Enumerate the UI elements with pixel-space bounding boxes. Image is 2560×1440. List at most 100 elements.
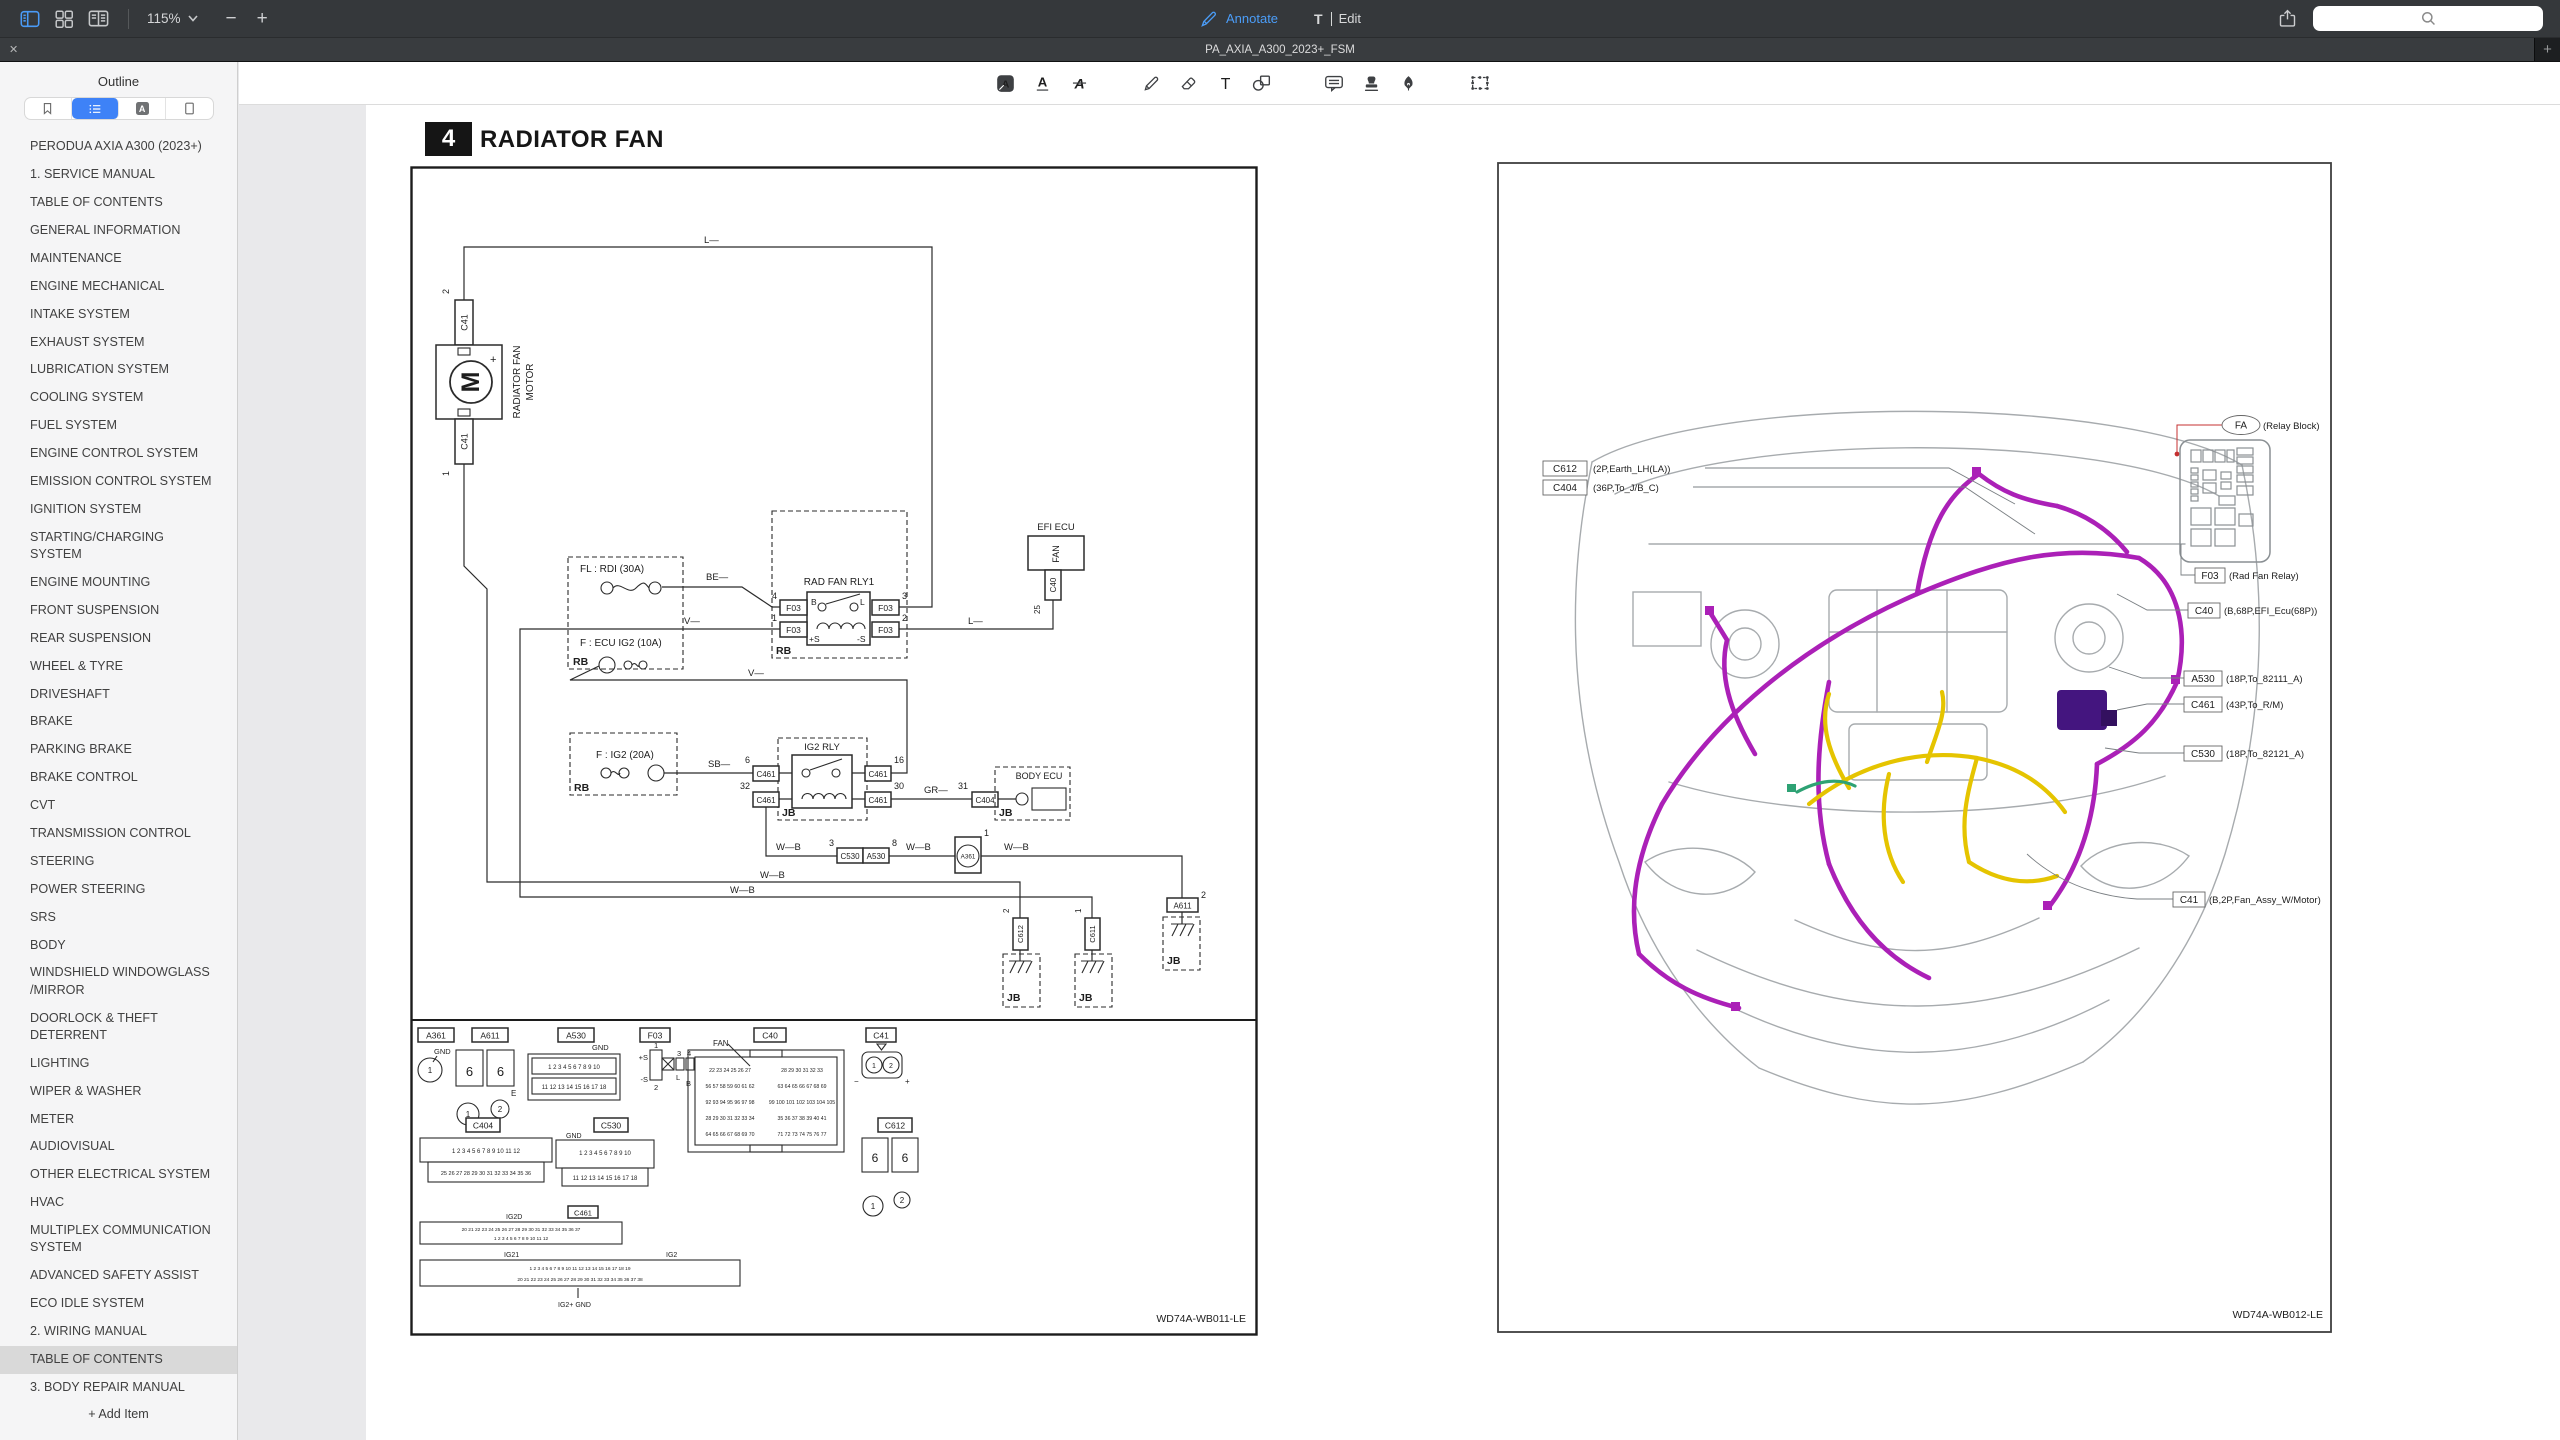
sidebar-item[interactable]: HVAC bbox=[0, 1189, 237, 1217]
tab-outline[interactable] bbox=[72, 98, 119, 119]
sidebar-item[interactable]: CVT bbox=[0, 792, 237, 820]
sidebar-item[interactable]: TABLE OF CONTENTS bbox=[0, 189, 237, 217]
signature-button[interactable] bbox=[1396, 71, 1420, 95]
sidebar-item[interactable]: TABLE OF CONTENTS bbox=[0, 1346, 237, 1374]
sidebar-item[interactable]: SRS bbox=[0, 903, 237, 931]
relay-module-blob bbox=[2057, 690, 2107, 730]
sidebar-item[interactable]: GENERAL INFORMATION bbox=[0, 217, 237, 245]
sidebar-item[interactable]: ECO IDLE SYSTEM bbox=[0, 1290, 237, 1318]
svg-text:C41: C41 bbox=[873, 1031, 889, 1041]
sidebar-item[interactable]: LIGHTING bbox=[0, 1050, 237, 1078]
sidebar-item[interactable]: COOLING SYSTEM bbox=[0, 384, 237, 412]
sidebar-item[interactable]: LUBRICATION SYSTEM bbox=[0, 356, 237, 384]
text-box-button[interactable]: T bbox=[1213, 71, 1237, 95]
sidebar-item[interactable]: EXHAUST SYSTEM bbox=[0, 328, 237, 356]
annotation-toolbar: A A A T bbox=[239, 62, 2560, 105]
sidebar-item[interactable]: ENGINE CONTROL SYSTEM bbox=[0, 440, 237, 468]
svg-text:(B,68P,EFI_Ecu(68P)): (B,68P,EFI_Ecu(68P)) bbox=[2224, 606, 2317, 617]
selection-button[interactable] bbox=[1468, 71, 1492, 95]
tab-bookmarks[interactable] bbox=[25, 98, 72, 119]
note-comment-button[interactable] bbox=[1322, 71, 1346, 95]
annotate-mode-button[interactable]: Annotate bbox=[1199, 9, 1278, 29]
sidebar-item[interactable]: 3. BODY REPAIR MANUAL bbox=[0, 1374, 237, 1402]
sidebar-item[interactable]: INTAKE SYSTEM bbox=[0, 300, 237, 328]
sidebar-item[interactable]: OTHER ELECTRICAL SYSTEM bbox=[0, 1161, 237, 1189]
sidebar-item[interactable]: WIPER & WASHER bbox=[0, 1077, 237, 1105]
zoom-in-button[interactable]: + bbox=[257, 8, 268, 30]
share-button[interactable] bbox=[2275, 7, 2299, 31]
sidebar-item[interactable]: REAR SUSPENSION bbox=[0, 624, 237, 652]
strikethrough-text-button[interactable]: A bbox=[1067, 71, 1091, 95]
svg-text:25 26 27 28 29 30 31 32 33 34: 25 26 27 28 29 30 31 32 33 34 35 36 bbox=[441, 1171, 531, 1177]
highlight-text-button[interactable]: A bbox=[993, 71, 1017, 95]
svg-text:W—B: W—B bbox=[760, 870, 785, 881]
sidebar-item[interactable]: METER bbox=[0, 1105, 237, 1133]
sidebar-item[interactable]: ENGINE MECHANICAL bbox=[0, 272, 237, 300]
sidebar-item[interactable]: PERODUA AXIA A300 (2023+) bbox=[0, 133, 237, 161]
new-tab-button[interactable]: + bbox=[2534, 38, 2560, 61]
tab-title[interactable]: PA_AXIA_A300_2023+_FSM bbox=[1205, 44, 1355, 56]
sidebar-item[interactable]: STEERING bbox=[0, 848, 237, 876]
svg-text:A611: A611 bbox=[1173, 902, 1192, 911]
sidebar-item[interactable]: TRANSMISSION CONTROL bbox=[0, 820, 237, 848]
sidebar-item[interactable]: BRAKE CONTROL bbox=[0, 764, 237, 792]
sidebar-item[interactable]: ADVANCED SAFETY ASSIST bbox=[0, 1262, 237, 1290]
stamp-button[interactable] bbox=[1359, 71, 1383, 95]
svg-text:W—B: W—B bbox=[776, 842, 801, 853]
sidebar-item[interactable]: MULTIPLEX COMMUNICATION SYSTEM bbox=[0, 1217, 237, 1262]
zoom-out-button[interactable]: − bbox=[226, 8, 237, 30]
svg-text:C461: C461 bbox=[756, 796, 776, 805]
svg-text:C40: C40 bbox=[2195, 606, 2214, 617]
svg-text:C461: C461 bbox=[868, 796, 888, 805]
thumbnail-grid-button[interactable] bbox=[52, 7, 76, 31]
two-page-view-button[interactable] bbox=[86, 7, 110, 31]
sidebar-item[interactable]: WHEEL & TYRE bbox=[0, 652, 237, 680]
tab-pages[interactable] bbox=[166, 98, 212, 119]
sidebar-item[interactable]: DOORLOCK & THEFT DETERRENT bbox=[0, 1004, 237, 1049]
eraser-button[interactable] bbox=[1176, 71, 1200, 95]
svg-text:28 29 30 31 32 33 34: 28 29 30 31 32 33 34 bbox=[705, 1116, 754, 1122]
svg-text:2: 2 bbox=[498, 1105, 503, 1114]
sidebar-item[interactable]: ENGINE MOUNTING bbox=[0, 569, 237, 597]
zoom-control[interactable]: 115% bbox=[147, 11, 198, 26]
tab-close-button[interactable]: ✕ bbox=[0, 43, 27, 56]
sidebar-item[interactable]: 1. SERVICE MANUAL bbox=[0, 161, 237, 189]
svg-text:IG2+ GND: IG2+ GND bbox=[558, 1302, 591, 1309]
edit-mode-button[interactable]: T Edit bbox=[1314, 11, 1361, 27]
eraser-icon bbox=[1178, 73, 1199, 94]
shapes-button[interactable] bbox=[1250, 71, 1274, 95]
sidebar-item[interactable]: MAINTENANCE bbox=[0, 245, 237, 273]
svg-text:MOTOR: MOTOR bbox=[525, 363, 536, 400]
sidebar-item[interactable]: EMISSION CONTROL SYSTEM bbox=[0, 468, 237, 496]
add-item-button[interactable]: + Add Item bbox=[0, 1401, 237, 1427]
sidebar-item[interactable]: WINDSHIELD WINDOWGLASS /MIRROR bbox=[0, 959, 237, 1004]
svg-text:6: 6 bbox=[872, 1151, 879, 1165]
page-title: RADIATOR FAN bbox=[480, 126, 664, 154]
sidebar-item[interactable]: FRONT SUSPENSION bbox=[0, 597, 237, 625]
sidebar-item[interactable]: 2. WIRING MANUAL bbox=[0, 1318, 237, 1346]
sidebar-item[interactable]: BRAKE bbox=[0, 708, 237, 736]
outline-sidebar: Outline A PERODUA AXIA A300 (2023+) 1. S… bbox=[0, 62, 238, 1440]
underline-text-button[interactable]: A bbox=[1030, 71, 1054, 95]
sidebar-item[interactable]: PARKING BRAKE bbox=[0, 736, 237, 764]
sidebar-item[interactable]: POWER STEERING bbox=[0, 875, 237, 903]
signature-pen-icon bbox=[1398, 73, 1419, 94]
viewer-background bbox=[239, 105, 366, 1440]
search-input[interactable] bbox=[2313, 6, 2543, 31]
sidebar-item[interactable]: AUDIOVISUAL bbox=[0, 1133, 237, 1161]
svg-text:A530: A530 bbox=[867, 852, 886, 861]
svg-text:BE—: BE— bbox=[706, 572, 729, 583]
sidebar-toggle-button[interactable] bbox=[18, 7, 42, 31]
sidebar-item[interactable]: FUEL SYSTEM bbox=[0, 412, 237, 440]
sidebar-item[interactable]: BODY bbox=[0, 931, 237, 959]
bookmark-icon bbox=[40, 101, 55, 116]
right-page-footer: WD74A-WB012-LE bbox=[2233, 1309, 2323, 1321]
sidebar-item[interactable]: IGNITION SYSTEM bbox=[0, 496, 237, 524]
sidebar-item[interactable]: STARTING/CHARGING SYSTEM bbox=[0, 523, 237, 568]
tab-annotations[interactable]: A bbox=[119, 98, 166, 119]
svg-text:20 21 22 23 24 25 26 27 28 29: 20 21 22 23 24 25 26 27 28 29 30 31 32 3… bbox=[517, 1277, 643, 1283]
svg-text:1: 1 bbox=[1074, 908, 1083, 913]
svg-text:FAN: FAN bbox=[1051, 545, 1061, 563]
draw-pencil-button[interactable] bbox=[1139, 71, 1163, 95]
sidebar-item[interactable]: DRIVESHAFT bbox=[0, 680, 237, 708]
